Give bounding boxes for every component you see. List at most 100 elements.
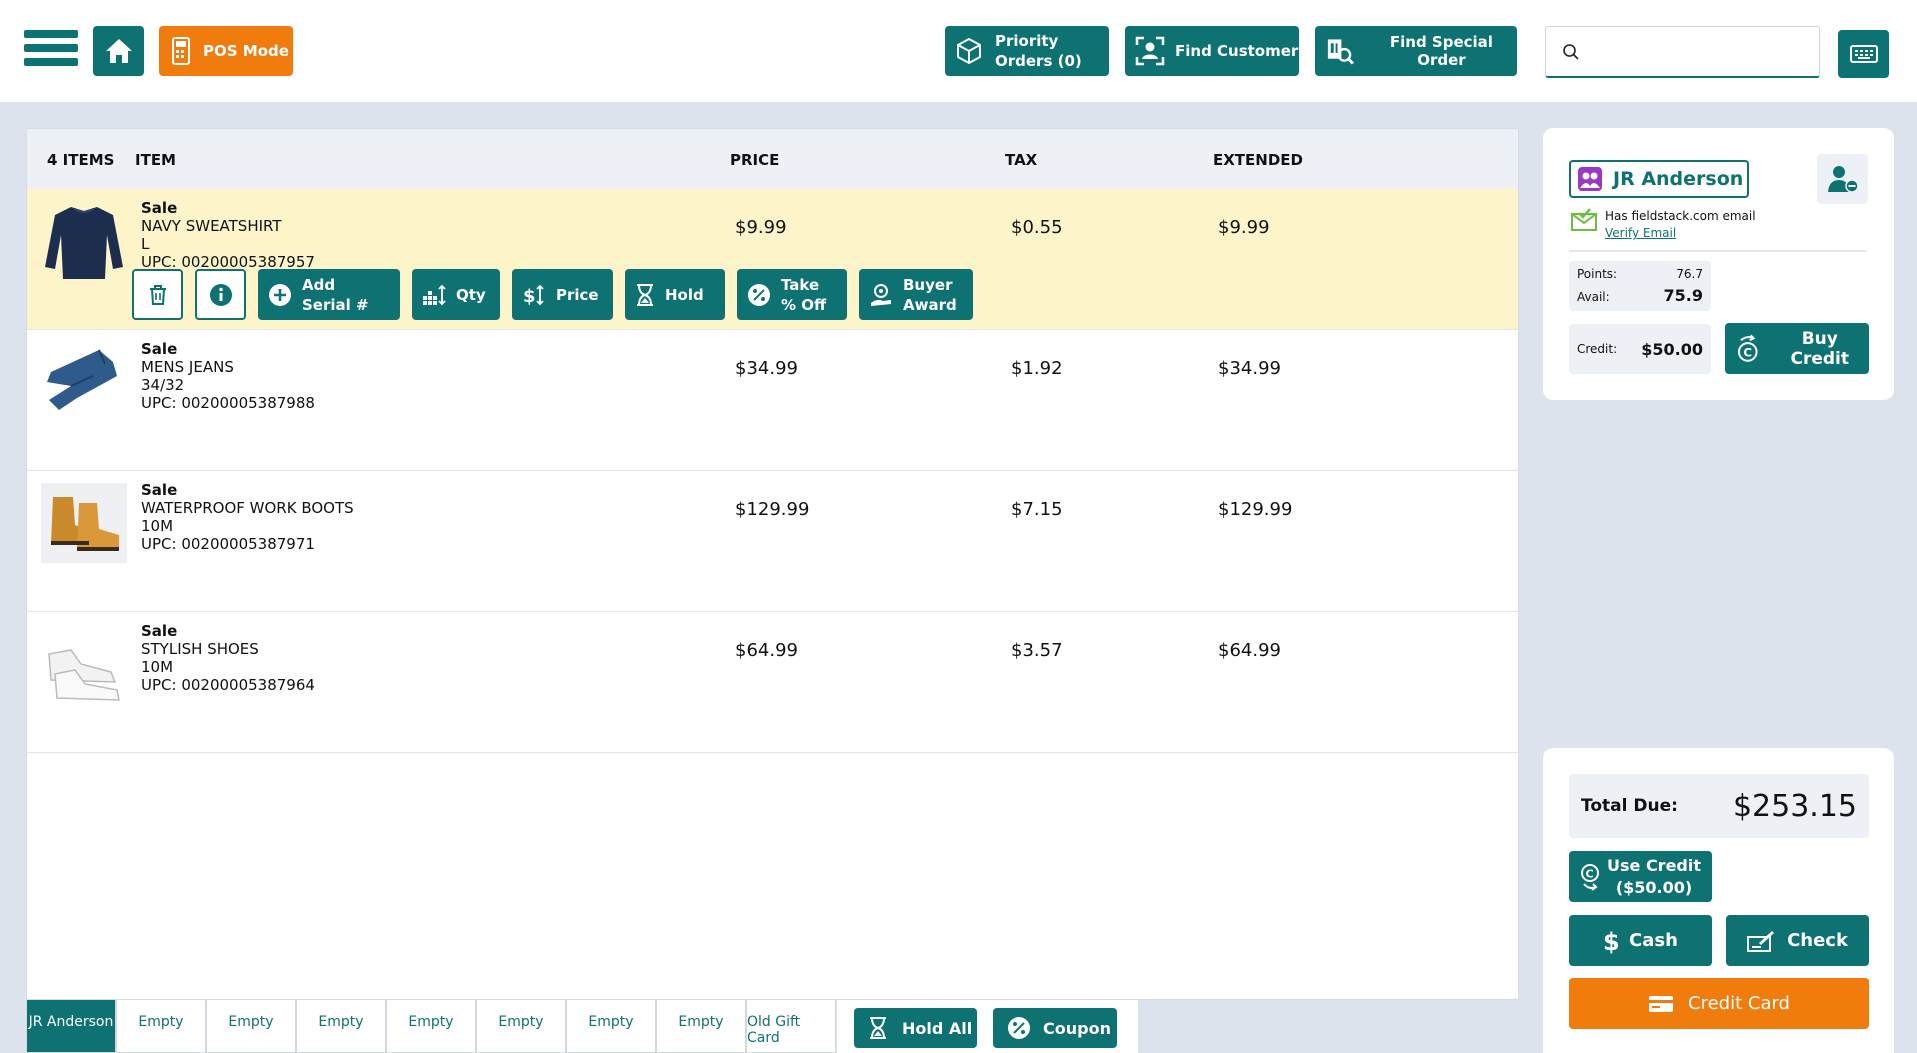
- transaction-tab[interactable]: Empty: [656, 1000, 746, 1053]
- points-label: Points:: [1577, 267, 1618, 281]
- item-price[interactable]: $34.99: [735, 358, 798, 379]
- buy-credit-button[interactable]: C Buy Credit: [1725, 323, 1869, 374]
- delete-item-button[interactable]: [132, 269, 183, 320]
- add-serial-button[interactable]: Add Serial #: [258, 269, 400, 320]
- item-kind: Sale: [141, 622, 178, 640]
- price-override-button[interactable]: $ Price: [512, 269, 613, 320]
- hold-item-button[interactable]: Hold: [625, 269, 725, 320]
- cart-panel: 4 ITEMS ITEM PRICE TAX EXTENDED Sale NAV…: [26, 128, 1519, 1000]
- add-serial-label-1: Add: [302, 275, 336, 294]
- transaction-tab[interactable]: Empty: [566, 1000, 656, 1053]
- item-column-header: ITEM: [135, 151, 176, 169]
- credit-card-button[interactable]: Credit Card: [1569, 978, 1869, 1029]
- qty-label: Qty: [456, 285, 486, 304]
- tax-column-header: TAX: [1005, 151, 1038, 169]
- find-customer-icon: [1135, 36, 1165, 66]
- find-customer-button[interactable]: Find Customer: [1125, 26, 1299, 76]
- item-price[interactable]: $9.99: [735, 217, 787, 238]
- add-serial-label-2: Serial #: [302, 295, 369, 314]
- transaction-tab[interactable]: Empty: [116, 1000, 206, 1053]
- cash-label: Cash: [1629, 930, 1678, 951]
- qty-button[interactable]: Qty: [412, 269, 500, 320]
- cart-row[interactable]: Sale MENS JEANS 34/32 UPC: 0020000538798…: [27, 330, 1518, 471]
- credit-label: Credit:: [1577, 342, 1618, 356]
- percent-badge-icon: [1008, 1017, 1030, 1039]
- pos-mode-button[interactable]: POS Mode: [159, 26, 293, 76]
- divider: [1569, 250, 1867, 252]
- take-percent-off-button[interactable]: Take% Off: [737, 269, 847, 320]
- priority-orders-button[interactable]: Priority Orders (0): [945, 26, 1109, 76]
- customer-name-button[interactable]: JR Anderson: [1569, 160, 1749, 198]
- hamburger-menu-icon[interactable]: [24, 30, 78, 72]
- item-info-button[interactable]: [195, 269, 246, 320]
- item-price[interactable]: $129.99: [735, 499, 809, 520]
- item-upc: UPC: 00200005387988: [141, 394, 315, 412]
- credit-card-label: Credit Card: [1688, 993, 1790, 1014]
- use-credit-button[interactable]: C Use Credit ($50.00): [1569, 851, 1712, 902]
- use-credit-label-2: ($50.00): [1615, 877, 1693, 897]
- payment-card: Total Due: $253.15 C Use Credit ($50.00) …: [1543, 748, 1894, 1053]
- transaction-tab[interactable]: Empty: [296, 1000, 386, 1053]
- transaction-tab[interactable]: Empty: [476, 1000, 566, 1053]
- item-extended: $34.99: [1218, 358, 1281, 379]
- search-box[interactable]: [1545, 26, 1820, 78]
- item-name: MENS JEANS: [141, 358, 234, 376]
- item-kind: Sale: [141, 340, 178, 358]
- item-name: NAVY SWEATSHIRT: [141, 217, 282, 235]
- find-customer-label: Find Customer: [1175, 42, 1299, 60]
- transaction-tab[interactable]: Empty: [206, 1000, 296, 1053]
- check-pen-icon: [1747, 930, 1775, 952]
- item-variant: 10M: [141, 517, 174, 535]
- hold-all-label: Hold All: [902, 1018, 973, 1038]
- cart-row[interactable]: Sale WATERPROOF WORK BOOTS 10M UPC: 0020…: [27, 471, 1518, 612]
- avail-label: Avail:: [1577, 290, 1610, 304]
- transaction-tab[interactable]: JR Anderson: [26, 1000, 116, 1053]
- cart-row[interactable]: Sale STYLISH SHOES 10M UPC: 002000053879…: [27, 612, 1518, 753]
- keyboard-button[interactable]: [1838, 30, 1889, 78]
- transaction-tab[interactable]: Old Gift Card: [746, 1000, 836, 1053]
- coupon-button[interactable]: Coupon: [993, 1008, 1117, 1048]
- total-due-value: $253.15: [1732, 788, 1857, 824]
- take-off-label-1: Take: [781, 275, 820, 294]
- item-tax: $3.57: [1011, 640, 1063, 661]
- item-extended: $64.99: [1218, 640, 1281, 661]
- item-price[interactable]: $64.99: [735, 640, 798, 661]
- buyer-award-label-2: Award: [903, 295, 957, 314]
- award-hand-icon: [871, 283, 891, 306]
- buyer-award-button[interactable]: Buyer Award: [859, 269, 973, 320]
- avail-value: 75.9: [1663, 286, 1703, 305]
- item-kind: Sale: [141, 199, 178, 217]
- email-verified-icon: [1571, 208, 1597, 231]
- search-input[interactable]: [1592, 41, 1792, 62]
- cash-button[interactable]: $ Cash: [1569, 915, 1712, 966]
- priority-label-2: Orders (0): [995, 52, 1082, 70]
- total-due-label: Total Due:: [1581, 796, 1678, 816]
- hourglass-icon: [637, 283, 653, 306]
- item-extended: $129.99: [1218, 499, 1293, 520]
- cart-row[interactable]: Sale NAVY SWEATSHIRT L UPC: 002000053879…: [27, 189, 1518, 330]
- pos-mode-label: POS Mode: [203, 42, 289, 60]
- remove-customer-button[interactable]: [1817, 154, 1868, 204]
- verify-email-link[interactable]: Verify Email: [1605, 226, 1676, 240]
- transaction-tab[interactable]: Empty: [386, 1000, 476, 1053]
- top-bar: POS Mode Priority Orders (0) Find Custome…: [0, 0, 1917, 102]
- percent-badge-icon: [748, 283, 770, 306]
- plus-circle-icon: [269, 283, 291, 306]
- coupon-label: Coupon: [1043, 1018, 1111, 1038]
- find-special-order-button[interactable]: Find Special Order: [1315, 26, 1517, 76]
- home-button[interactable]: [93, 26, 144, 76]
- item-info: Sale WATERPROOF WORK BOOTS 10M UPC: 0020…: [141, 481, 354, 553]
- take-off-label-2: % Off: [781, 295, 827, 314]
- credit-value: $50.00: [1641, 339, 1703, 359]
- hourglass-icon: [870, 1017, 886, 1039]
- boots-icon: [41, 483, 127, 563]
- hold-all-button[interactable]: Hold All: [854, 1008, 977, 1048]
- svg-text:C: C: [1586, 867, 1594, 880]
- cart-header: 4 ITEMS ITEM PRICE TAX EXTENDED: [27, 129, 1518, 189]
- price-label: Price: [556, 285, 599, 304]
- price-column-header: PRICE: [730, 151, 780, 169]
- item-actions: Add Serial # Qty $ Price Hold Take% Off B…: [132, 269, 973, 320]
- find-order-icon: [1327, 39, 1354, 65]
- quantity-icon: [423, 284, 446, 305]
- check-button[interactable]: Check: [1726, 915, 1869, 966]
